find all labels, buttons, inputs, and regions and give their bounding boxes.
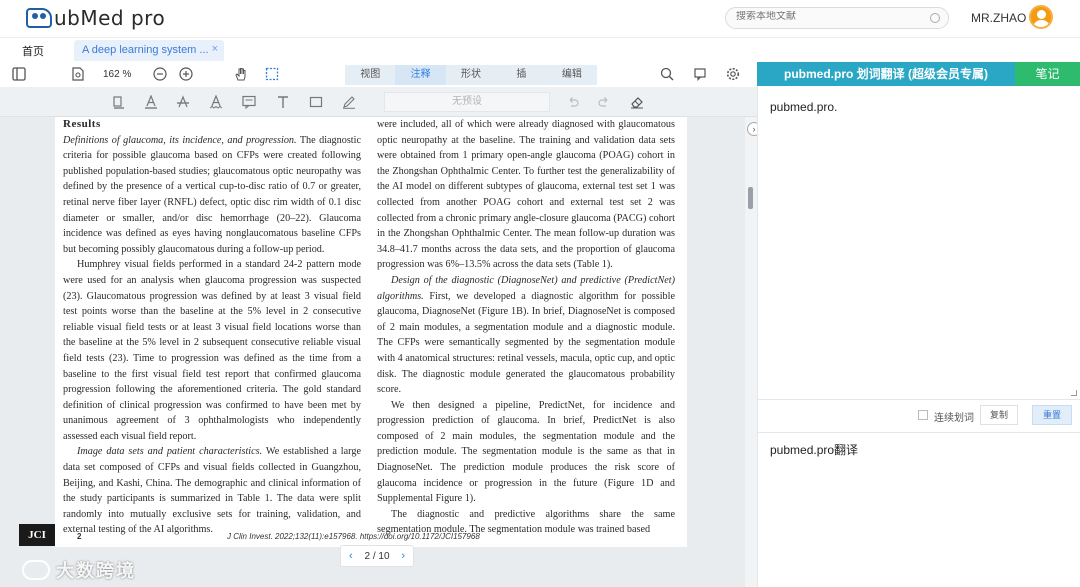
next-page-icon[interactable]: › <box>401 550 405 562</box>
undo-icon[interactable] <box>566 95 580 111</box>
logo-text: ubMed pro <box>54 6 166 30</box>
mode-tab-shapes[interactable]: 形状 <box>446 65 496 85</box>
text-tool-icon[interactable] <box>276 95 290 111</box>
prev-page-icon[interactable]: ‹ <box>349 550 353 562</box>
journal-badge: JCI <box>19 524 55 546</box>
select-area-icon[interactable] <box>265 67 279 83</box>
comments-icon[interactable] <box>694 67 708 83</box>
paragraph: Image data sets and patient characterist… <box>63 444 361 538</box>
page-left-column: Results Definitions of glaucoma, its inc… <box>63 117 361 538</box>
paragraph: We then designed a pipeline, PredictNet,… <box>377 399 675 505</box>
search-box[interactable] <box>725 7 949 29</box>
watermark-text: 大数跨境 <box>56 561 136 581</box>
search-document-icon[interactable] <box>660 67 674 83</box>
settings-gear-icon[interactable] <box>726 67 740 83</box>
paragraph: Design of the diagnostic (DiagnoseNet) a… <box>377 273 675 398</box>
notes-tab[interactable]: 笔记 <box>1015 62 1080 86</box>
annotation-toolbar: 无预设 <box>0 87 757 117</box>
paragraph: Definitions of glaucoma, its incidence, … <box>63 133 361 258</box>
mode-tab-annotate[interactable]: 注释 <box>395 65 446 85</box>
search-input[interactable] <box>736 11 916 22</box>
redo-icon[interactable] <box>597 95 611 111</box>
squiggly-icon[interactable] <box>209 94 223 111</box>
highlight-icon[interactable] <box>112 95 126 111</box>
viewer-toolbar: 162 % 视图 注释 形状 插 编辑 <box>0 62 757 87</box>
sidebar-toggle-icon[interactable] <box>12 67 26 83</box>
document-icon[interactable] <box>72 67 84 83</box>
source-text: pubmed.pro. <box>770 100 838 114</box>
eraser-icon[interactable] <box>630 95 644 111</box>
mode-tab-insert[interactable]: 插 <box>496 65 546 85</box>
page-number: 2 <box>77 532 82 541</box>
paragraph-text: First, we developed a diagnostic algorit… <box>377 290 675 396</box>
vertical-scrollbar[interactable] <box>745 117 757 587</box>
rectangle-tool-icon[interactable] <box>309 95 323 111</box>
preset-select[interactable]: 无预设 <box>384 92 550 112</box>
scrollbar-thumb[interactable] <box>748 187 753 209</box>
tab-home[interactable]: 首页 <box>22 43 44 59</box>
page-indicator[interactable]: 2 / 10 <box>364 551 389 562</box>
app-logo[interactable]: ubMed pro <box>26 6 165 30</box>
page-right-column: were included, all of which were already… <box>377 117 675 538</box>
source-text-area[interactable]: pubmed.pro. <box>757 86 1080 400</box>
top-header: ubMed pro MR.ZHAO <box>0 0 1080 38</box>
paragraph: were included, all of which were already… <box>377 119 675 271</box>
copy-button[interactable]: 复制 <box>980 405 1018 425</box>
translation-text: pubmed.pro翻译 <box>770 443 859 457</box>
mode-tabs: 视图 注释 形状 插 编辑 <box>345 65 597 85</box>
pan-hand-icon[interactable] <box>234 67 248 83</box>
reset-button[interactable]: 重置 <box>1032 405 1072 425</box>
tab-close-icon[interactable]: × <box>212 43 218 55</box>
continuous-select-label: 连续划词 <box>934 413 974 424</box>
watermark-logo-icon <box>22 560 50 580</box>
section-heading: Results <box>63 118 101 130</box>
zoom-in-icon[interactable] <box>179 67 193 83</box>
comment-box-icon[interactable] <box>242 95 256 111</box>
tab-bar: 首页 A deep learning system ... × <box>0 38 1080 62</box>
translate-controls: 连续划词 复制 重置 <box>757 400 1080 432</box>
mode-tab-view[interactable]: 视图 <box>345 65 395 85</box>
translation-output[interactable]: pubmed.pro翻译 <box>757 432 1080 587</box>
paragraph-text: We established a large data set composed… <box>63 446 361 536</box>
tab-document[interactable]: A deep learning system ... × <box>74 40 224 61</box>
page-navigator: ‹ 2 / 10 › <box>340 545 414 567</box>
zoom-out-icon[interactable] <box>153 67 167 83</box>
pen-tool-icon[interactable] <box>342 95 356 111</box>
underline-text-icon[interactable] <box>144 94 158 111</box>
search-icon[interactable] <box>930 13 940 23</box>
page-footer: JCI 2 J Clin Invest. 2022;132(11):e15796… <box>19 524 687 546</box>
citation: J Clin Invest. 2022;132(11):e157968. htt… <box>227 532 480 541</box>
continuous-select-checkbox[interactable] <box>918 410 928 420</box>
resize-grip-icon[interactable] <box>1071 390 1077 396</box>
tab-document-label: A deep learning system ... <box>82 44 209 56</box>
mode-tab-edit[interactable]: 编辑 <box>547 65 597 85</box>
watermark: 大数跨境 <box>22 557 136 583</box>
logo-mark-icon <box>26 8 52 28</box>
paragraph: Humphrey visual fields performed in a st… <box>63 259 361 442</box>
paragraph-text: The diagnostic criteria for possible gla… <box>63 134 361 255</box>
zoom-level[interactable]: 162 % <box>103 69 131 80</box>
avatar[interactable] <box>1029 5 1053 29</box>
paragraph-title: Definitions of glaucoma, its incidence, … <box>63 134 297 146</box>
user-name[interactable]: MR.ZHAO <box>971 11 1026 25</box>
paragraph-title: Image data sets and patient characterist… <box>77 446 263 458</box>
translate-panel-title[interactable]: pubmed.pro 划词翻译 (超级会员专属) <box>757 62 1015 86</box>
strikethrough-icon[interactable] <box>176 95 190 111</box>
pdf-page[interactable]: Results Definitions of glaucoma, its inc… <box>55 117 687 547</box>
